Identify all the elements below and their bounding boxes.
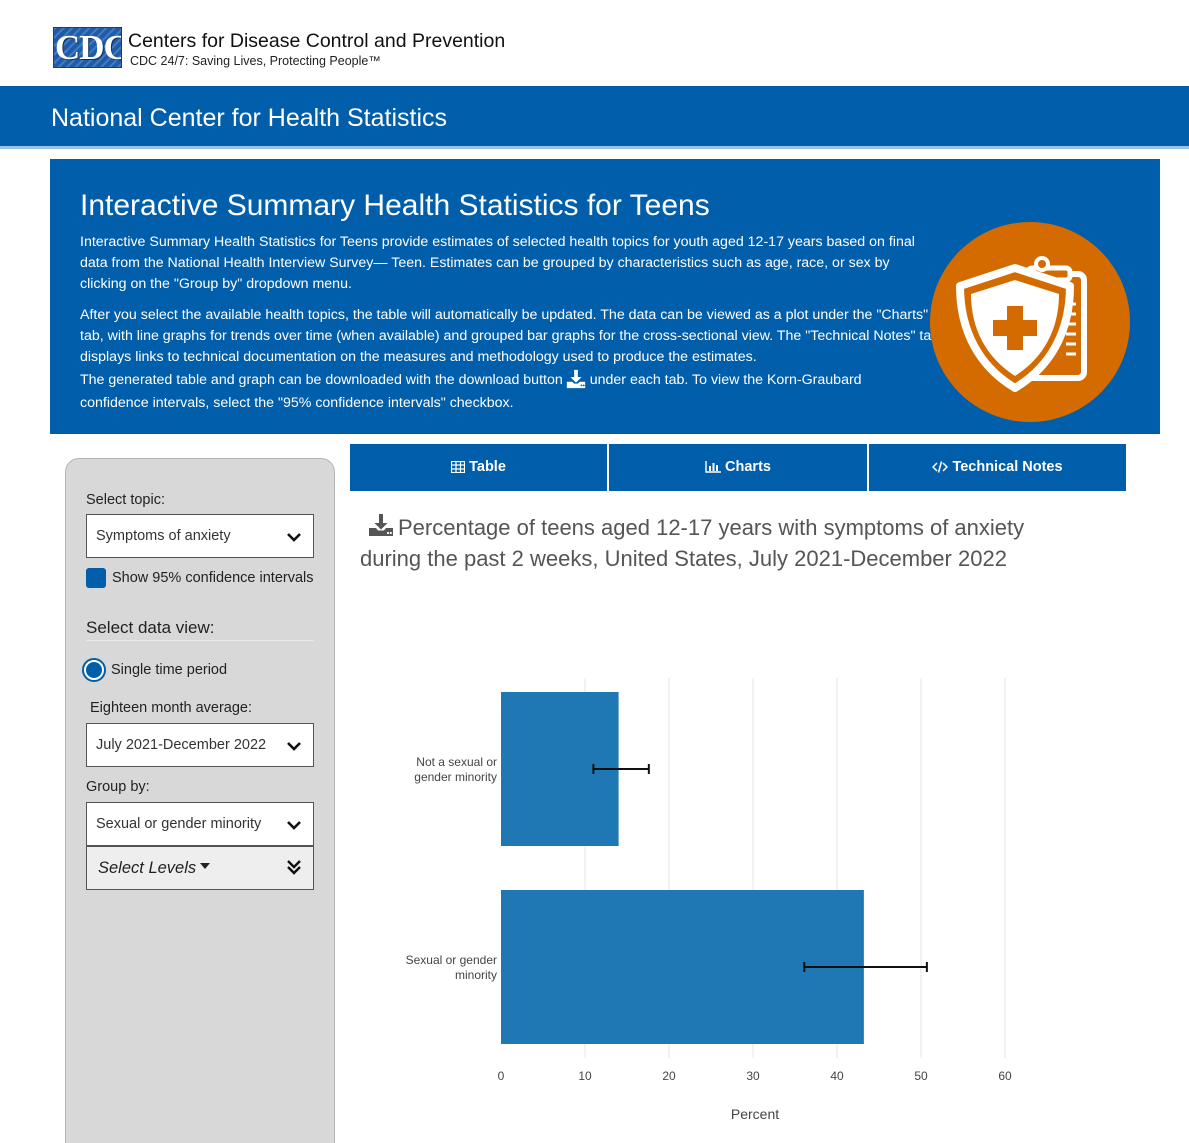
topic-select-value: Symptoms of anxiety [96,528,231,544]
tab-technical-notes-label: Technical Notes [952,459,1063,475]
tab-charts[interactable]: Charts [609,444,867,491]
site-header: CDC Centers for Disease Control and Prev… [0,0,1189,86]
table-icon [451,461,466,473]
chevron-down-icon [287,821,301,830]
category-label: Sexual or gender [406,953,497,967]
download-icon[interactable] [368,513,394,537]
nchs-title[interactable]: National Center for Health Statistics [51,104,447,133]
org-name[interactable]: Centers for Disease Control and Preventi… [128,30,505,53]
chart-title-text: Percentage of teens aged 12-17 years wit… [360,515,1025,571]
caret-down-icon [200,863,211,869]
chevron-down-icon [287,742,301,751]
ci-paragraph: confidence intervals, select the "95% co… [80,395,514,411]
x-tick-label: 30 [746,1069,760,1083]
period-select-value: July 2021-December 2022 [96,737,267,753]
tab-charts-label: Charts [725,459,771,475]
download-paragraph: The generated table and graph can be dow… [80,368,940,391]
x-tick-label: 60 [998,1069,1012,1083]
select-levels-dropdown[interactable]: Select Levels [86,846,314,890]
x-tick-label: 20 [662,1069,676,1083]
single-period-radio[interactable] [82,658,106,682]
download-text-b: under each tab. To view the Korn-Graubar… [589,372,862,388]
hero-panel: Interactive Summary Health Statistics fo… [50,159,1160,434]
category-label: minority [455,968,497,982]
category-label: Not a sexual or [416,755,497,769]
x-axis-label: Percent [731,1106,779,1122]
select-levels-text: Select Levels [98,859,197,877]
chart-title: Percentage of teens aged 12-17 years wit… [360,512,1080,574]
tab-table[interactable]: Table [350,444,607,491]
download-icon [566,369,585,389]
filter-sidebar: Select topic: Symptoms of anxiety Show 9… [65,458,335,1143]
download-text-a: The generated table and graph can be dow… [80,372,563,388]
x-tick-label: 0 [498,1069,505,1083]
x-tick-label: 10 [578,1069,592,1083]
logo-text: CDC [55,28,122,67]
group-by-label: Group by: [86,779,150,795]
bar-chart: Not a sexual orgender minority Sexual or … [406,678,1012,1122]
tab-technical-notes[interactable]: Technical Notes [869,444,1126,491]
x-tick-label: 50 [914,1069,928,1083]
instructions-paragraph: After you select the available health to… [80,307,940,365]
intro-paragraph: Interactive Summary Health Statistics fo… [80,234,915,292]
org-tagline: CDC 24/7: Saving Lives, Protecting Peopl… [130,54,381,68]
eighteen-month-label: Eighteen month average: [90,700,253,716]
period-select[interactable]: July 2021-December 2022 [86,723,314,767]
chevron-down-icon [287,533,301,542]
ci-checkbox-label[interactable]: Show 95% confidence intervals [112,570,314,586]
select-levels-label: Select Levels [98,859,211,878]
banner-divider [0,146,1189,149]
bar-chart-icon [705,461,722,473]
select-topic-label: Select topic: [86,492,165,508]
cdc-logo[interactable]: CDC [53,27,122,68]
single-period-label[interactable]: Single time period [111,662,227,678]
topic-select[interactable]: Symptoms of anxiety [86,514,314,558]
double-chevron-down-icon [287,860,301,875]
page-title: Interactive Summary Health Statistics fo… [80,189,710,222]
tab-table-label: Table [469,459,506,475]
nchs-banner: National Center for Health Statistics [0,86,1189,146]
shield-clipboard-medical-icon [930,222,1130,422]
group-by-select[interactable]: Sexual or gender minority [86,802,314,846]
group-by-select-value: Sexual or gender minority [96,816,262,832]
data-view-label: Select data view: [86,618,215,637]
ci-checkbox[interactable] [86,568,106,588]
section-divider [86,640,314,641]
code-icon [932,461,949,473]
category-label: gender minority [414,770,497,784]
x-tick-label: 40 [830,1069,844,1083]
